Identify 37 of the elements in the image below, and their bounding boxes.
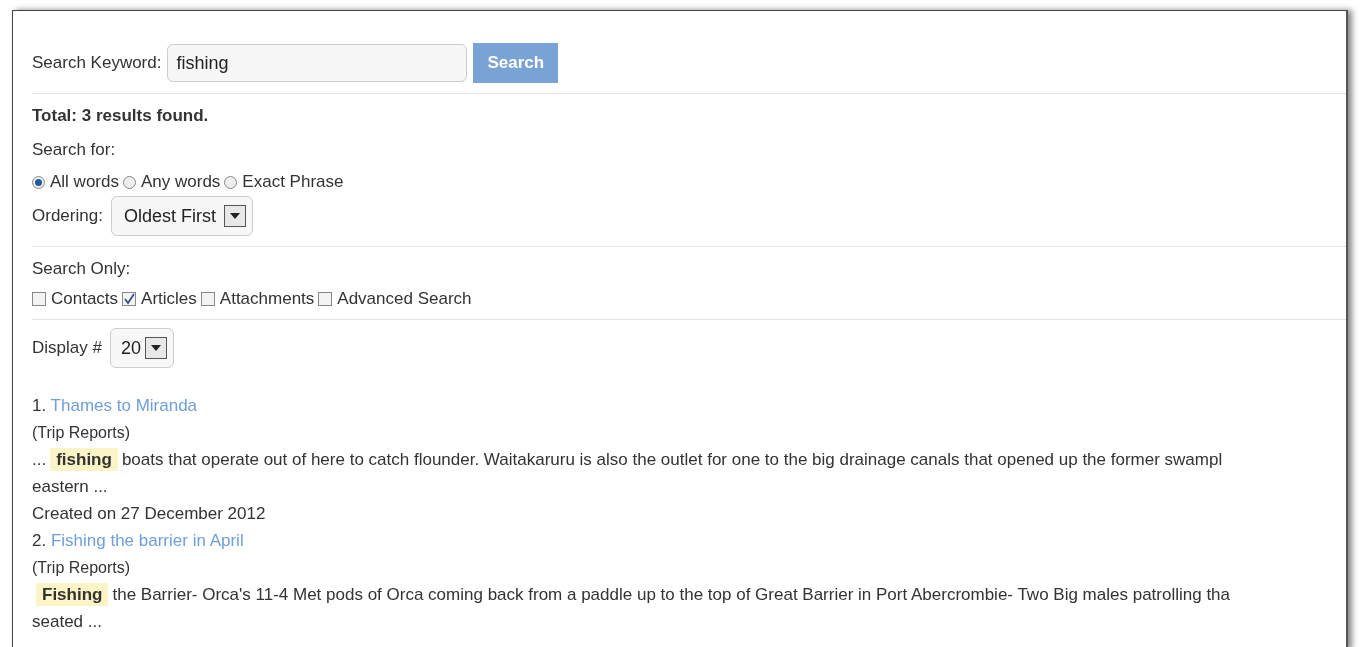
radio-button[interactable]: [224, 175, 238, 189]
section-label: Search Only:: [32, 258, 132, 280]
snippet-text: seated ...: [32, 612, 102, 631]
checkbox[interactable]: [200, 292, 215, 306]
dropdown-caret-icon[interactable]: [223, 205, 246, 227]
result-number: 1.: [32, 396, 47, 415]
section-label: Search for:: [32, 139, 117, 161]
snippet-text: ...: [32, 450, 47, 469]
checkbox[interactable]: [318, 292, 333, 306]
radio-label: Exact Phrase: [242, 172, 344, 192]
checkbox-label: Contacts: [51, 289, 119, 309]
radio-button[interactable]: [122, 175, 136, 189]
highlighted-match: Fishing: [36, 583, 109, 606]
result-category: (Trip Reports): [32, 558, 132, 578]
radio-label: All words: [50, 172, 119, 192]
checkbox-label: Articles: [141, 289, 197, 309]
radio-label: Any words: [140, 172, 221, 192]
checkbox-label: Attachments: [219, 289, 315, 309]
snippet-text: the Barrier- Orca's 11-4 Met pods of Orca coming back from a paddle up to the top of Great Barrier in Port Abercrombie- Two Big males patrolling tha: [112, 585, 1231, 604]
result-category: (Trip Reports): [32, 423, 132, 443]
radio-button[interactable]: [32, 175, 45, 189]
checkbox[interactable]: [32, 292, 46, 306]
snippet-text: eastern ...: [32, 477, 108, 496]
result-number: 2.: [32, 531, 47, 550]
field-label: Search Keyword:: [32, 53, 162, 73]
ordering-dropdown[interactable]: Oldest First: [110, 196, 253, 236]
field-label: Display #: [32, 338, 102, 358]
created-date: Created on 27 December 2012: [32, 504, 266, 523]
snippet-text: boats that operate out of here to catch flounder. Waitakaruru is also the outlet for one to the big drainage canals that opened up the former swampl: [121, 450, 1223, 469]
display-count-dropdown[interactable]: 20: [109, 328, 174, 368]
field-label: Ordering:: [32, 206, 103, 226]
checkbox[interactable]: [122, 292, 137, 306]
checkbox-label: Advanced Search: [337, 289, 472, 309]
search-field[interactable]: fishing: [167, 44, 468, 82]
results-total: Total: 3 results found.: [32, 105, 210, 127]
highlighted-match: fishing: [50, 448, 118, 471]
dropdown-caret-icon[interactable]: [144, 337, 167, 359]
